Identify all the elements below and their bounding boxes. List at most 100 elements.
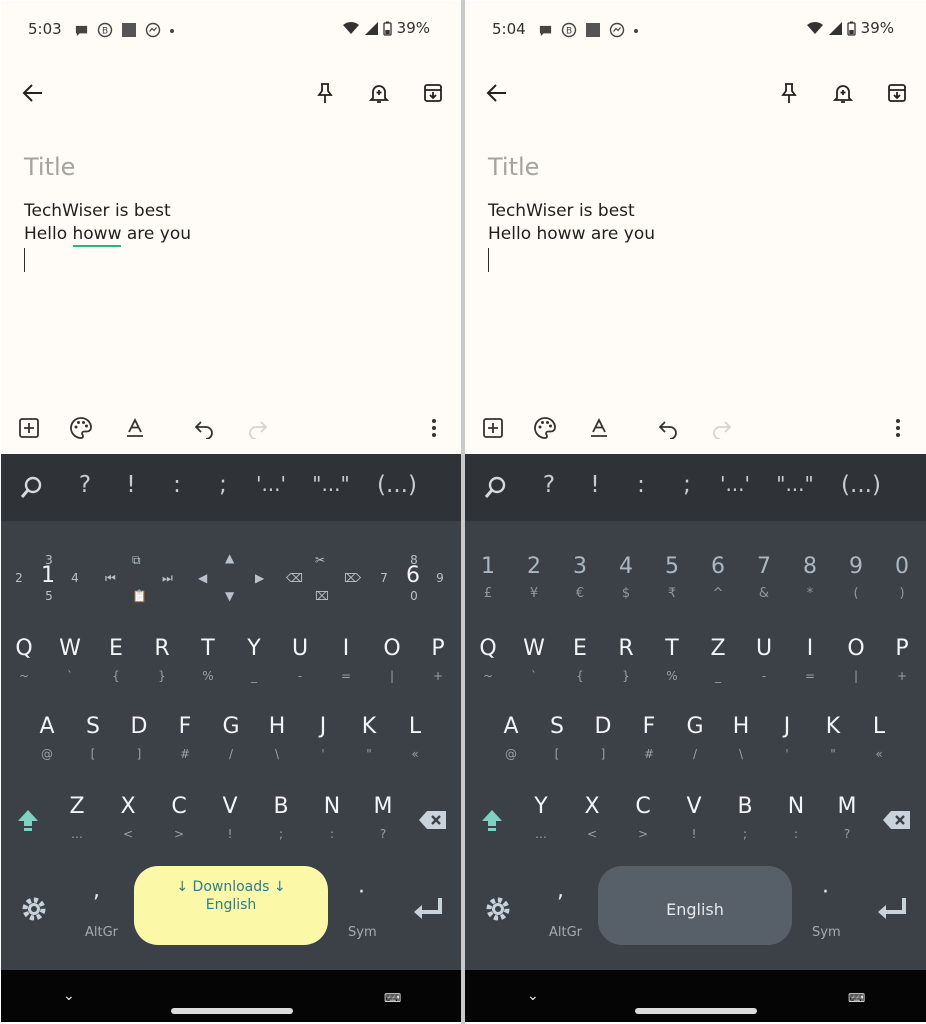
key-l[interactable]: L « <box>392 704 438 776</box>
nav-digit-right-l[interactable]: 7 <box>379 571 389 585</box>
nav-next-word-icon[interactable]: ⏭ <box>162 571 173 586</box>
cursor-right-icon[interactable]: ▶ <box>255 571 264 585</box>
key-v[interactable]: V! <box>207 784 253 856</box>
hide-keyboard-chevron-icon[interactable]: ⌄ <box>63 988 75 1004</box>
add-box-icon[interactable] <box>13 412 45 444</box>
back-arrow-icon[interactable] <box>17 77 49 109</box>
key-k[interactable]: K " <box>346 704 392 776</box>
hide-keyboard-chevron-icon[interactable]: ⌄ <box>527 988 539 1004</box>
key-e[interactable]: E{ <box>93 626 139 698</box>
key-e[interactable]: E{ <box>557 626 603 698</box>
key-0[interactable]: 0) <box>879 554 925 614</box>
suggestion-semicolon[interactable]: ; <box>203 472 243 498</box>
archive-icon[interactable] <box>417 77 449 109</box>
key-h[interactable]: H \ <box>254 704 300 776</box>
suggestion-single-quotes[interactable]: '...' <box>243 472 299 496</box>
cursor-left-icon[interactable]: ◀ <box>198 571 207 585</box>
paste-icon[interactable]: 📋 <box>132 589 147 603</box>
key-b[interactable]: B; <box>258 784 304 856</box>
suggestion-single-quotes[interactable]: '...' <box>707 472 763 496</box>
key-t[interactable]: T% <box>649 626 695 698</box>
key-b[interactable]: B; <box>722 784 768 856</box>
key-d[interactable]: D] <box>116 704 162 776</box>
undo-icon[interactable] <box>652 412 684 444</box>
key-6[interactable]: 6 ^ <box>695 554 741 614</box>
backspace-icon[interactable] <box>417 804 449 836</box>
key-w[interactable]: W ` <box>511 626 557 698</box>
copy-icon[interactable]: ⧉ <box>132 553 141 568</box>
comma-key[interactable]: , <box>557 878 564 903</box>
note-title-placeholder[interactable]: Title <box>488 153 539 181</box>
clear-icon[interactable]: ⌧ <box>315 589 329 603</box>
cursor-down-icon[interactable]: ▼ <box>225 589 234 603</box>
suggestion-double-quotes[interactable]: "..." <box>763 472 827 496</box>
suggestion-semicolon[interactable]: ; <box>667 472 707 498</box>
key-n[interactable]: N: <box>773 784 819 856</box>
suggestion-parentheses[interactable]: (...) <box>369 472 425 498</box>
enter-key-icon[interactable] <box>411 893 443 925</box>
key-1[interactable]: 1 £ <box>465 554 511 614</box>
note-body[interactable]: TechWiser is best Hello howw are you <box>24 200 191 272</box>
suggestion-colon[interactable]: : <box>157 472 197 498</box>
text-format-icon[interactable] <box>583 412 615 444</box>
key-f[interactable]: F # <box>626 704 672 776</box>
back-arrow-icon[interactable] <box>481 77 513 109</box>
palette-icon[interactable] <box>65 412 97 444</box>
key-q[interactable]: Q ~ <box>465 626 511 698</box>
search-icon[interactable] <box>480 472 512 504</box>
keyboard-switch-icon[interactable]: ⌨ <box>848 991 865 1005</box>
key-a[interactable]: A @ <box>488 704 534 776</box>
key-j[interactable]: J ' <box>300 704 346 776</box>
enter-key-icon[interactable] <box>875 893 907 925</box>
nav-digit-left-r[interactable]: 4 <box>70 571 80 585</box>
note-title-placeholder[interactable]: Title <box>24 153 75 181</box>
period-key[interactable]: · <box>822 880 829 905</box>
key-r[interactable]: R} <box>603 626 649 698</box>
key-i[interactable]: I = <box>323 626 369 698</box>
home-gesture-handle[interactable] <box>635 1008 757 1014</box>
cut-icon[interactable]: ✂ <box>315 553 325 567</box>
key-y[interactable]: Y… <box>518 784 564 856</box>
period-key[interactable]: · <box>358 880 365 905</box>
key-m[interactable]: M? <box>360 784 406 856</box>
palette-icon[interactable] <box>529 412 561 444</box>
more-vert-icon[interactable] <box>418 412 450 444</box>
suggestion-exclaim[interactable]: ! <box>111 472 151 498</box>
search-icon[interactable] <box>16 472 48 504</box>
space-bar[interactable]: ↓ Downloads ↓ English <box>134 866 328 945</box>
reminder-bell-icon[interactable] <box>363 77 395 109</box>
key-t[interactable]: T% <box>185 626 231 698</box>
key-p[interactable]: P + <box>879 626 925 698</box>
key-k[interactable]: K " <box>810 704 856 776</box>
space-bar[interactable]: English <box>598 866 792 945</box>
more-vert-icon[interactable] <box>882 412 914 444</box>
key-u[interactable]: U- <box>741 626 787 698</box>
key-f[interactable]: F # <box>162 704 208 776</box>
key-q[interactable]: Q ~ <box>1 626 47 698</box>
key-p[interactable]: P + <box>415 626 461 698</box>
key-z[interactable]: Z… <box>54 784 100 856</box>
delete-word-right-icon[interactable]: ⌦ <box>344 571 361 585</box>
shift-icon[interactable] <box>476 804 508 836</box>
comma-key[interactable]: , <box>93 878 100 903</box>
key-7[interactable]: 7 & <box>741 554 787 614</box>
key-j[interactable]: J ' <box>764 704 810 776</box>
key-8[interactable]: 8 * <box>787 554 833 614</box>
key-i[interactable]: I = <box>787 626 833 698</box>
text-format-icon[interactable] <box>119 412 151 444</box>
archive-icon[interactable] <box>881 77 913 109</box>
key-g[interactable]: G / <box>208 704 254 776</box>
nav-digit-main-right[interactable]: 6 <box>405 563 421 588</box>
key-3[interactable]: 3 € <box>557 554 603 614</box>
add-box-icon[interactable] <box>477 412 509 444</box>
settings-gear-icon[interactable] <box>482 893 514 925</box>
key-d[interactable]: D] <box>580 704 626 776</box>
pin-icon[interactable] <box>309 77 341 109</box>
suggestion-colon[interactable]: : <box>621 472 661 498</box>
key-4[interactable]: 4 $ <box>603 554 649 614</box>
key-s[interactable]: S[ <box>70 704 116 776</box>
nav-digit-right-r[interactable]: 9 <box>435 571 445 585</box>
key-m[interactable]: M? <box>824 784 870 856</box>
suggestion-question[interactable]: ? <box>65 472 105 498</box>
nav-prev-word-icon[interactable]: ⏮ <box>105 571 116 586</box>
